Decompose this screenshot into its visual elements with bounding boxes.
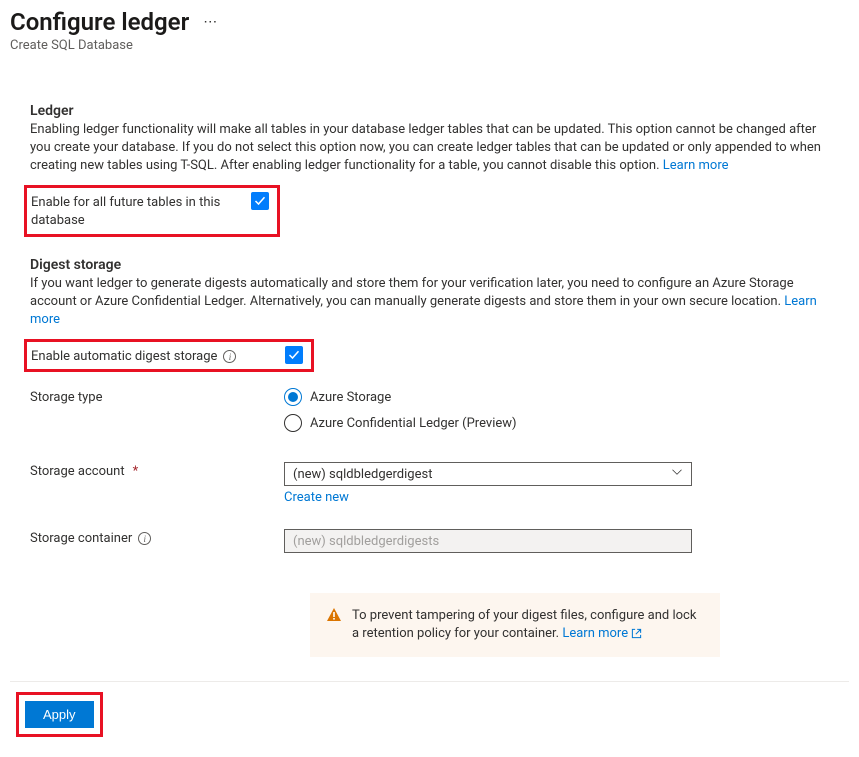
info-icon[interactable]: i [138, 532, 151, 545]
ledger-learn-more-link[interactable]: Learn more [663, 158, 729, 173]
select-value: (new) sqldbledgerdigest [293, 467, 432, 482]
warning-banner: To prevent tampering of your digest file… [310, 593, 720, 657]
external-link-icon [631, 628, 642, 639]
more-actions-button[interactable]: ⋯ [199, 10, 222, 34]
info-icon[interactable]: i [223, 350, 236, 363]
create-new-link[interactable]: Create new [284, 490, 349, 505]
storage-account-label: Storage account* [30, 462, 284, 479]
storage-type-azure-storage-radio[interactable]: Azure Storage [284, 388, 517, 406]
enable-digest-label: Enable automatic digest storage i [31, 347, 285, 364]
chevron-down-icon [671, 466, 683, 482]
ledger-description: Enabling ledger functionality will make … [30, 121, 839, 175]
radio-label: Azure Confidential Ledger (Preview) [310, 416, 517, 431]
ledger-section-title: Ledger [30, 103, 839, 119]
page-title: Configure ledger [10, 8, 189, 36]
storage-type-acl-radio[interactable]: Azure Confidential Ledger (Preview) [284, 414, 517, 432]
warning-learn-more-link[interactable]: Learn more [562, 626, 642, 641]
check-icon [254, 195, 266, 207]
storage-account-select[interactable]: (new) sqldbledgerdigest [284, 462, 692, 486]
digest-section-title: Digest storage [30, 257, 839, 273]
storage-container-label: Storage container i [30, 529, 284, 546]
enable-ledger-label: Enable for all future tables in this dat… [31, 192, 251, 230]
breadcrumb: Create SQL Database [10, 38, 849, 53]
enable-ledger-checkbox[interactable] [251, 192, 269, 210]
radio-label: Azure Storage [310, 390, 391, 405]
check-icon [288, 349, 300, 361]
apply-highlight: Apply [16, 692, 103, 737]
enable-digest-checkbox[interactable] [285, 346, 303, 364]
storage-type-label: Storage type [30, 388, 284, 405]
enable-ledger-highlight: Enable for all future tables in this dat… [24, 185, 280, 237]
enable-digest-highlight: Enable automatic digest storage i [24, 339, 314, 372]
storage-container-input: (new) sqldbledgerdigests [284, 529, 692, 553]
warning-icon [326, 607, 342, 629]
apply-button[interactable]: Apply [25, 701, 94, 728]
digest-description: If you want ledger to generate digests a… [30, 275, 839, 329]
